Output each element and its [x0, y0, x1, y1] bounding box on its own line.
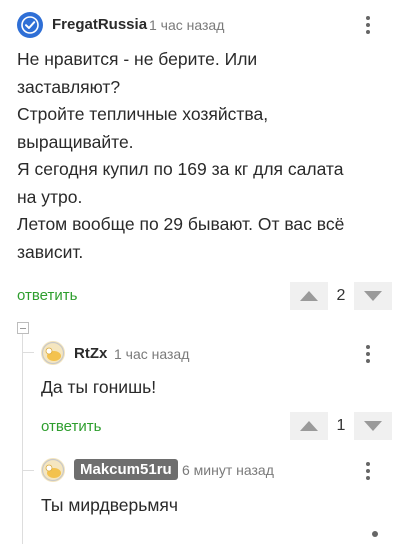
- comment-body: Не нравится - не берите. Или заставляют?…: [17, 46, 392, 266]
- comment-line: на утро.: [17, 186, 83, 207]
- more-options-icon[interactable]: [358, 12, 378, 38]
- arrow-up-icon: [300, 291, 318, 301]
- user-avatar[interactable]: [41, 341, 65, 365]
- more-options-icon[interactable]: [372, 531, 378, 537]
- verified-check-icon: [18, 13, 42, 37]
- vote-control: 2: [290, 282, 392, 310]
- arrow-up-icon: [300, 421, 318, 431]
- thread-branch: [22, 470, 34, 471]
- comment-line: Я сегодня купил по 169 за кг для салата: [17, 159, 344, 179]
- thread-branch: [22, 352, 34, 353]
- comment-author[interactable]: RtZx: [74, 345, 107, 362]
- comment-line: Не нравится - не берите. Или: [17, 49, 258, 69]
- comment-time[interactable]: 6 минут назад: [182, 462, 274, 478]
- arrow-down-icon: [364, 421, 382, 431]
- user-avatar[interactable]: [41, 458, 65, 482]
- default-avatar-icon: [41, 458, 65, 482]
- comment-line: Стройте тепличные хозяйства,: [17, 104, 269, 124]
- arrow-down-icon: [364, 291, 382, 301]
- vote-control: 1: [290, 412, 392, 440]
- comment-line: Летом вообще по 29 бывают. От вас всё: [17, 214, 345, 234]
- collapse-thread-button[interactable]: [17, 322, 29, 334]
- default-avatar-icon: [41, 341, 65, 365]
- comment-line: заставляют?: [17, 76, 121, 97]
- verified-avatar[interactable]: [17, 12, 43, 38]
- comment-author[interactable]: FregatRussia: [52, 16, 147, 33]
- reply-link[interactable]: ответить: [41, 418, 101, 435]
- thread-line: [22, 334, 23, 544]
- comment-time[interactable]: 1 час назад: [114, 346, 189, 362]
- reply-link[interactable]: ответить: [17, 287, 77, 304]
- comment-line: зависит.: [17, 241, 84, 262]
- upvote-button[interactable]: [290, 282, 328, 310]
- comment-body: Да ты гонишь!: [41, 377, 157, 397]
- comment-body: Ты мирдверьмяч: [41, 495, 179, 515]
- more-options-icon[interactable]: [358, 458, 378, 484]
- comment-time[interactable]: 1 час назад: [149, 17, 224, 33]
- author-badge[interactable]: Makcum51ru: [74, 459, 178, 480]
- upvote-button[interactable]: [290, 412, 328, 440]
- comment-line: выращивайте.: [17, 131, 134, 152]
- downvote-button[interactable]: [354, 282, 392, 310]
- vote-count: 1: [328, 412, 354, 440]
- more-options-icon[interactable]: [358, 341, 378, 367]
- downvote-button[interactable]: [354, 412, 392, 440]
- vote-count: 2: [328, 282, 354, 310]
